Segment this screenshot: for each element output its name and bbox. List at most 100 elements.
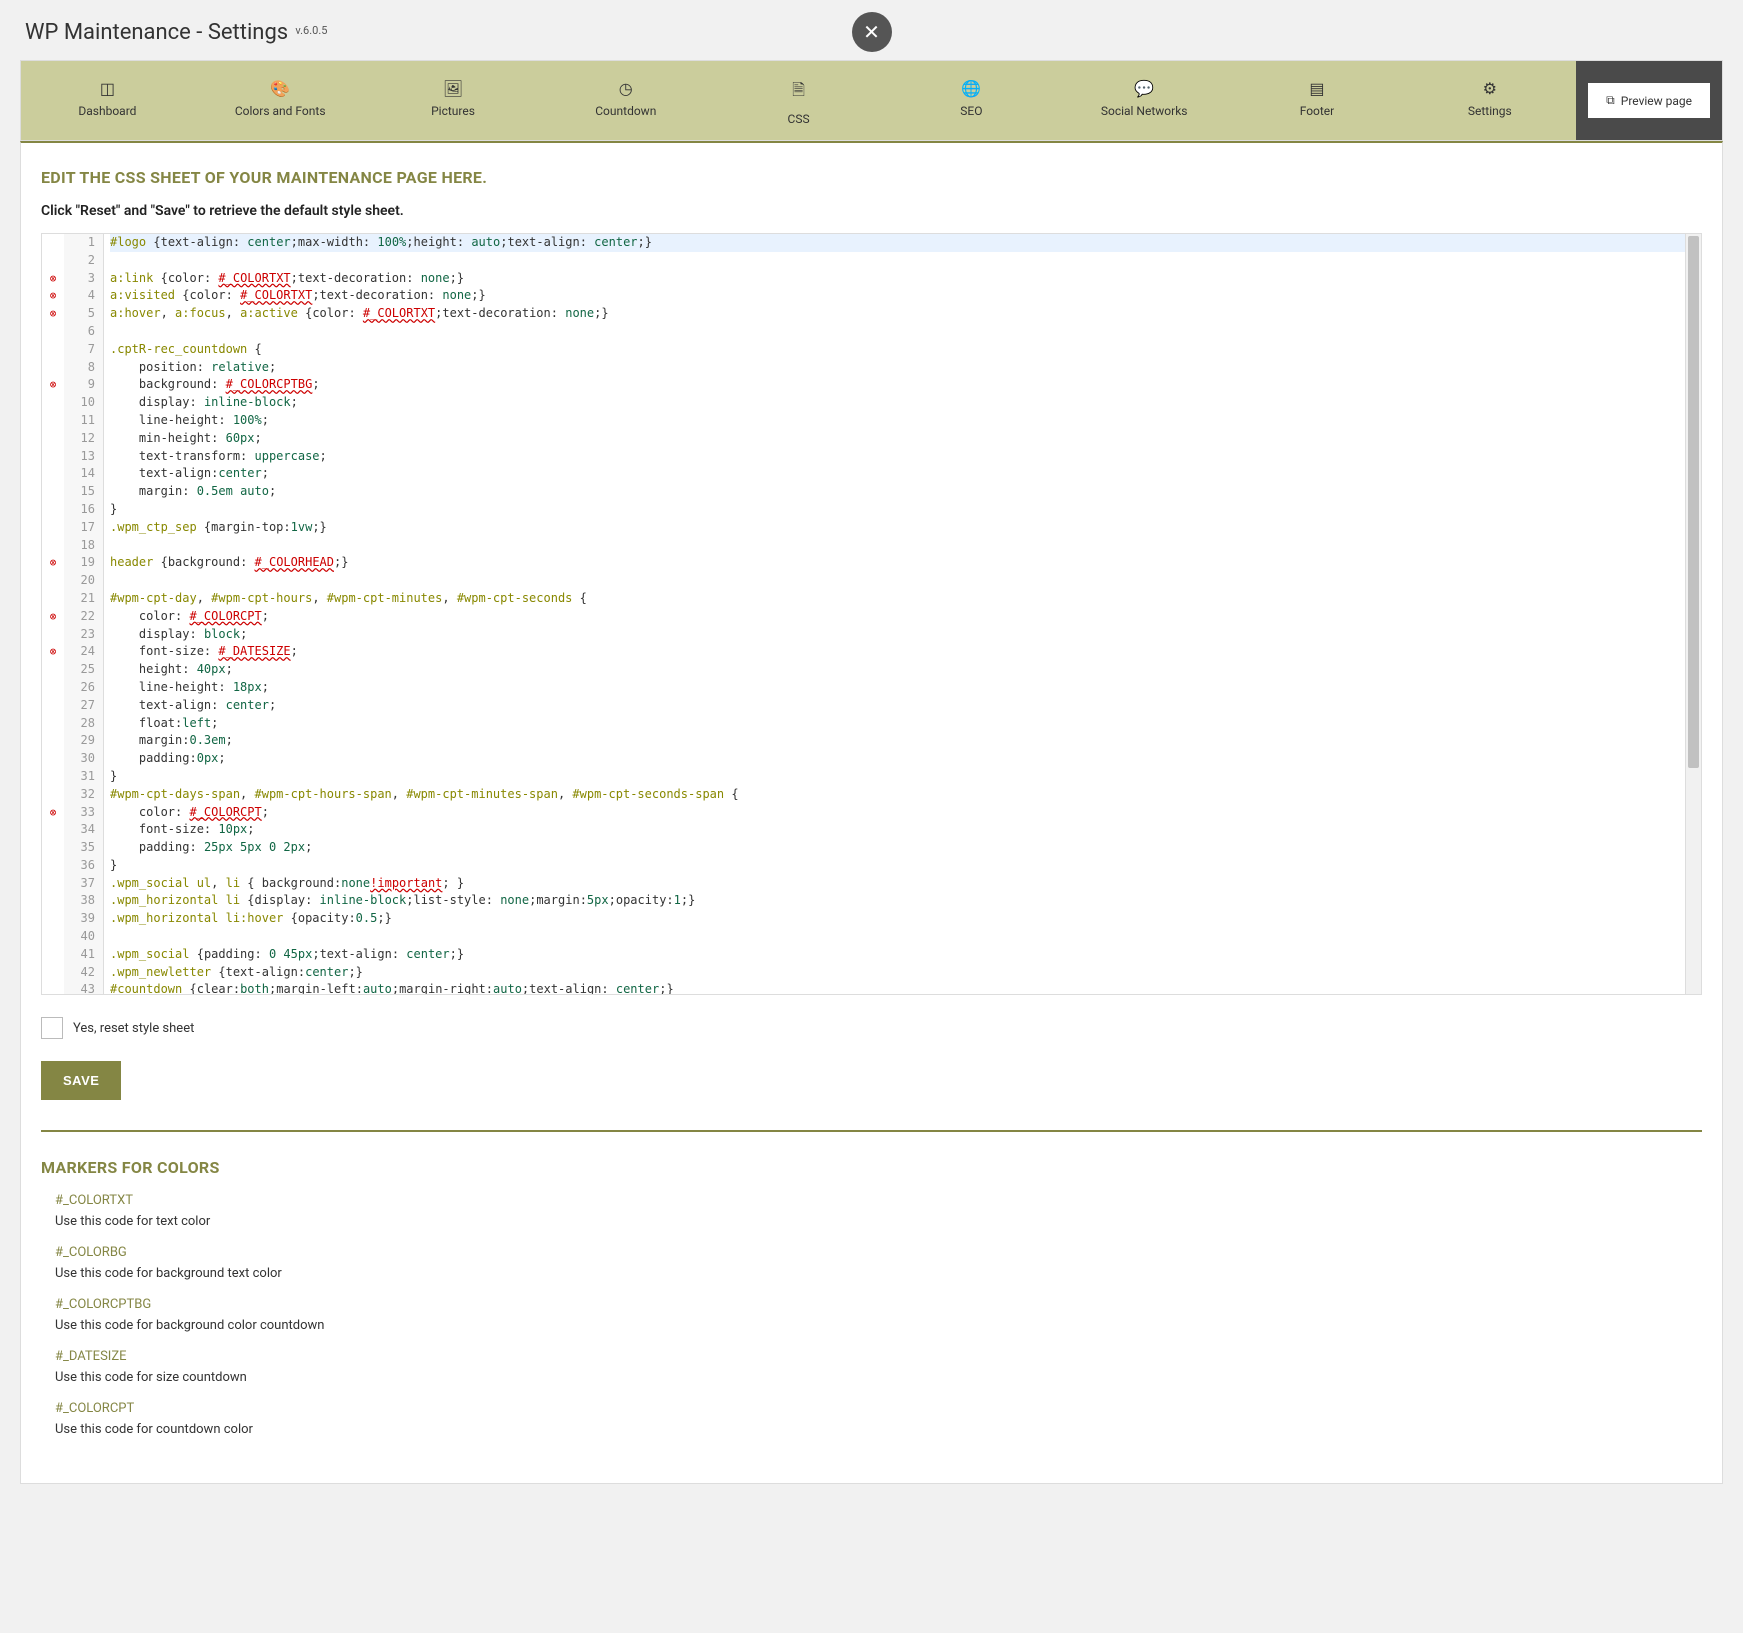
code-line[interactable]: .wpm_social {padding: 0 45px;text-align:… [110,946,1701,964]
css-editor[interactable]: ⊗⊗⊗⊗⊗⊗⊗⊗ 1234567891011121314151617181920… [41,233,1702,995]
code-line[interactable]: height: 40px; [110,661,1701,679]
code-line[interactable]: .wpm_horizontal li:hover {opacity:0.5;} [110,910,1701,928]
code-line[interactable]: color: #_COLORCPT; [110,608,1701,626]
marker-name: #_COLORBG [55,1245,1702,1260]
error-marker [42,964,64,982]
tab-settings[interactable]: ⚙Settings [1403,61,1576,140]
marker-name: #_COLORCPT [55,1401,1702,1416]
code-line[interactable]: #logo {text-align: center;max-width: 100… [110,234,1701,252]
error-marker [42,928,64,946]
vertical-scrollbar[interactable] [1685,234,1701,994]
code-line[interactable] [110,928,1701,946]
code-line[interactable]: display: block; [110,626,1701,644]
tab-social-networks[interactable]: 💬Social Networks [1058,61,1231,140]
code-line[interactable] [110,252,1701,270]
error-marker: ⊗ [42,643,64,661]
error-marker [42,519,64,537]
code-line[interactable]: } [110,857,1701,875]
tab-label: CSS [788,112,810,126]
code-line[interactable]: .wpm_social ul, li { background:none!imp… [110,875,1701,893]
code-line[interactable]: color: #_COLORCPT; [110,804,1701,822]
code-line[interactable]: #wpm-cpt-day, #wpm-cpt-hours, #wpm-cpt-m… [110,590,1701,608]
tab-seo[interactable]: 🌐SEO [885,61,1058,140]
tab-pictures[interactable]: 🖼Pictures [367,61,540,140]
code-line[interactable]: padding: 25px 5px 0 2px; [110,839,1701,857]
code-line[interactable]: line-height: 100%; [110,412,1701,430]
error-marker [42,590,64,608]
error-marker [42,359,64,377]
scrollbar-thumb[interactable] [1688,236,1699,768]
code-line[interactable]: text-align:center; [110,465,1701,483]
line-number: 18 [64,537,95,555]
code-line[interactable]: } [110,501,1701,519]
version-label: v.6.0.5 [295,24,327,37]
error-marker [42,430,64,448]
line-number: 3 [64,270,95,288]
code-line[interactable]: #wpm-cpt-days-span, #wpm-cpt-hours-span,… [110,786,1701,804]
tab-dashboard[interactable]: ◫Dashboard [21,61,194,140]
line-number: 6 [64,323,95,341]
colors-and-fonts-icon: 🎨 [202,79,359,98]
line-number: 42 [64,964,95,982]
line-number: 25 [64,661,95,679]
code-line[interactable]: a:hover, a:focus, a:active {color: #_COL… [110,305,1701,323]
error-marker [42,679,64,697]
markers-section: MARKERS FOR COLORS #_COLORTXTUse this co… [41,1130,1702,1437]
line-number: 34 [64,821,95,839]
code-line[interactable]: text-transform: uppercase; [110,448,1701,466]
code-line[interactable] [110,537,1701,555]
marker-item: #_COLORCPTUse this code for countdown co… [55,1401,1702,1437]
tab-label: Pictures [431,104,475,118]
code-line[interactable]: #countdown {clear:both;margin-left:auto;… [110,981,1701,994]
code-line[interactable]: .cptR-rec_countdown { [110,341,1701,359]
code-area[interactable]: #logo {text-align: center;max-width: 100… [104,234,1701,994]
code-line[interactable]: header {background: #_COLORHEAD;} [110,554,1701,572]
reset-checkbox[interactable] [41,1017,63,1039]
line-number: 39 [64,910,95,928]
seo-icon: 🌐 [893,79,1050,98]
code-line[interactable]: min-height: 60px; [110,430,1701,448]
code-line[interactable]: .wpm_newletter {text-align:center;} [110,964,1701,982]
code-line[interactable]: float:left; [110,715,1701,733]
code-line[interactable] [110,572,1701,590]
code-line[interactable]: margin:0.3em; [110,732,1701,750]
code-line[interactable]: margin: 0.5em auto; [110,483,1701,501]
error-marker: ⊗ [42,376,64,394]
code-line[interactable]: } [110,768,1701,786]
tab-css[interactable]: 🗎CSS [712,61,885,140]
preview-page-tab[interactable]: ⧉Preview page [1576,61,1722,140]
code-line[interactable]: .wpm_ctp_sep {margin-top:1vw;} [110,519,1701,537]
code-line[interactable]: font-size: #_DATESIZE; [110,643,1701,661]
code-line[interactable]: position: relative; [110,359,1701,377]
tab-countdown[interactable]: ◷Countdown [539,61,712,140]
code-line[interactable]: background: #_COLORCPTBG; [110,376,1701,394]
tab-colors-and-fonts[interactable]: 🎨 Colors and Fonts [194,61,367,140]
reset-checkbox-row[interactable]: Yes, reset style sheet [41,1017,1702,1039]
close-button[interactable]: ✕ [852,12,892,52]
line-number: 33 [64,804,95,822]
code-line[interactable] [110,323,1701,341]
error-marker [42,715,64,733]
countdown-icon: ◷ [547,79,704,98]
code-line[interactable]: line-height: 18px; [110,679,1701,697]
line-number: 15 [64,483,95,501]
code-line[interactable]: padding:0px; [110,750,1701,768]
error-marker [42,501,64,519]
save-button[interactable]: SAVE [41,1061,121,1100]
error-marker [42,750,64,768]
error-marker [42,341,64,359]
code-line[interactable]: font-size: 10px; [110,821,1701,839]
code-line[interactable]: text-align: center; [110,697,1701,715]
error-marker [42,786,64,804]
error-marker: ⊗ [42,305,64,323]
line-number: 12 [64,430,95,448]
error-marker: ⊗ [42,804,64,822]
line-number: 37 [64,875,95,893]
code-line[interactable]: a:visited {color: #_COLORTXT;text-decora… [110,287,1701,305]
error-marker [42,465,64,483]
code-line[interactable]: a:link {color: #_COLORTXT;text-decoratio… [110,270,1701,288]
code-line[interactable]: display: inline-block; [110,394,1701,412]
tab-label: Colors and Fonts [235,104,326,118]
code-line[interactable]: .wpm_horizontal li {display: inline-bloc… [110,892,1701,910]
tab-footer[interactable]: ▤Footer [1231,61,1404,140]
